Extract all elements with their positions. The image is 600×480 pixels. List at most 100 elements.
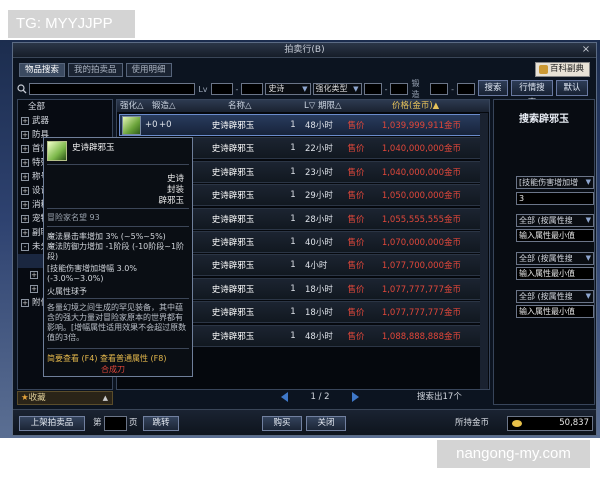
table-row[interactable]: +0 +0 史诗辟邪玉 1 48小时 售价 1,039,999,911金币: [119, 114, 487, 136]
row-level: 1: [290, 307, 296, 318]
col-name[interactable]: 名称△: [225, 100, 301, 112]
tooltip-attr-4: 火属性球予: [47, 287, 87, 296]
row-price: 1,088,888,888金币: [381, 331, 461, 342]
page-indicator: 1 / 2: [310, 392, 330, 402]
tooltip-hint: 简要查看 (F4) 查看普通属性 (F8): [47, 354, 167, 363]
expand-icon: +: [21, 201, 29, 209]
chevron-down-icon: ▼: [585, 178, 591, 186]
tab-usage-details[interactable]: 使用明细: [125, 63, 172, 77]
expand-icon: +: [21, 117, 29, 125]
forge-max-input[interactable]: [456, 83, 475, 95]
row-price-tag: 售价: [347, 238, 365, 248]
row-price-tag: 售价: [347, 308, 365, 319]
attribute-min-input-2[interactable]: 输入属性最小值: [516, 267, 594, 280]
attribute-search-panel: 搜索辟邪玉 [技能伤害增加增 ▼ 3 全部 (按属性搜 ▼ 输入属性最小值 全部 (…: [493, 99, 595, 405]
col-price[interactable]: 价格(金币)▲: [389, 100, 479, 112]
page-number-input[interactable]: [104, 416, 127, 431]
item-tooltip: 史诗辟邪玉 史诗 封装 辟邪玉 冒险家名望 93 魔法暴击率增加 3% (~5%…: [43, 137, 193, 377]
expand-icon: +: [21, 299, 29, 307]
divider: [47, 298, 189, 299]
panel-title: 搜索辟邪玉: [519, 114, 569, 125]
table-header: 强化△ 锻造△ 名称△ L▽ 期限△ 价格(金币)▲: [117, 100, 489, 112]
list-item-button[interactable]: 上架拍卖品: [19, 416, 85, 431]
coin-icon: [512, 420, 522, 427]
row-price-tag: 售价: [347, 331, 365, 342]
row-level: 1: [290, 120, 296, 130]
row-name: 史诗辟邪玉: [211, 121, 255, 131]
close-button[interactable]: 关闭: [306, 416, 346, 431]
attribute-value-input[interactable]: 3: [516, 192, 594, 205]
chevron-down-icon: ▼: [585, 216, 591, 224]
page-label: 第: [93, 418, 102, 428]
tab-item-search[interactable]: 物品搜索: [19, 63, 66, 77]
row-level: 1: [290, 166, 296, 177]
attribute-filter-select[interactable]: [技能伤害增加增 ▼: [516, 176, 594, 189]
attribute-min-input-3[interactable]: 输入属性最小值: [516, 305, 594, 318]
level-range-separator-icon: -: [235, 84, 239, 94]
row-name: 史诗辟邪玉: [211, 331, 255, 342]
search-icon: [17, 83, 27, 95]
expand-icon: +: [21, 173, 29, 181]
next-page-icon[interactable]: [352, 392, 359, 402]
level-max-input[interactable]: [241, 83, 264, 95]
col-level[interactable]: L▽: [301, 100, 315, 112]
tooltip-attr-2: 魔法防御力增加 -1阶段 (-10阶段~1阶段): [47, 242, 185, 261]
enhance-type-select[interactable]: 强化类型 ▼: [312, 83, 362, 95]
row-price: 1,070,000,000金币: [381, 238, 461, 248]
category-all[interactable]: 全部: [18, 100, 112, 114]
chevron-down-icon: ▼: [353, 85, 359, 93]
category-label: 武器: [32, 116, 50, 126]
favorites-label: 收藏: [28, 393, 46, 403]
search-button[interactable]: 搜索: [478, 80, 508, 96]
close-icon[interactable]: ×: [580, 44, 592, 56]
watermark-bottom: nangong-my.com: [437, 440, 590, 468]
grade-select[interactable]: 史诗 ▼: [265, 83, 311, 95]
forge-min-input[interactable]: [430, 83, 449, 95]
forge-label: 锻造: [411, 79, 420, 99]
price-search-button[interactable]: 行情搜索: [511, 80, 553, 108]
col-forge[interactable]: 锻造△: [149, 100, 225, 112]
col-enhance[interactable]: 强化△: [117, 100, 149, 112]
row-price: 1,077,777,777金币: [381, 308, 461, 319]
screenshot-stage: TG: MYYJJPP 拍卖行(B) × 物品搜索 我的拍卖品 使用明细 百科副…: [0, 0, 600, 480]
row-name: 史诗辟邪玉: [211, 308, 255, 319]
default-button[interactable]: 默认: [556, 80, 588, 96]
row-period: 48小时: [305, 331, 333, 342]
expand-icon: +: [21, 229, 29, 237]
row-period: 28小时: [305, 214, 333, 225]
enhance-max-input[interactable]: [390, 83, 409, 95]
attribute-select-2[interactable]: 全部 (按属性搜 ▼: [516, 252, 594, 265]
row-name: 史诗辟邪玉: [211, 261, 255, 272]
expand-icon: +: [30, 271, 38, 279]
grade-select-value: 史诗: [268, 84, 285, 93]
attribute-select-1[interactable]: 全部 (按属性搜 ▼: [516, 214, 594, 227]
tab-my-items[interactable]: 我的拍卖品: [68, 63, 123, 77]
row-period: 18小时: [305, 308, 333, 319]
attribute-min-input-1[interactable]: 输入属性最小值: [516, 229, 594, 242]
category-weapon[interactable]: + 武器: [18, 114, 112, 128]
wiki-button-label: 百科副典: [549, 64, 584, 74]
row-period: 22小时: [305, 144, 333, 155]
wiki-button[interactable]: 百科副典: [534, 62, 590, 77]
buy-button[interactable]: 购买: [262, 416, 302, 431]
divider: [47, 164, 189, 165]
col-period[interactable]: 期限△: [315, 100, 389, 112]
prev-page-icon[interactable]: [281, 392, 288, 402]
tooltip-attr-3: [技能伤害增加增幅 3.0% (-3.0%~3.0%): [47, 264, 137, 283]
item-name-input[interactable]: [29, 83, 196, 95]
divider: [47, 348, 189, 349]
enhance-min-input[interactable]: [363, 83, 382, 95]
row-price: 1,050,000,000金币: [381, 191, 461, 202]
row-period: 29小时: [305, 191, 333, 202]
forge-range-separator-icon: -: [451, 84, 454, 94]
bottom-bar: 上架拍卖品 第 页 跳转 购买 关闭 所持金币 50,837: [13, 409, 596, 435]
results-scrollbar[interactable]: [480, 113, 488, 389]
gold-value: 50,837: [559, 418, 589, 428]
favorites-dropdown[interactable]: ★收藏 ▲: [17, 391, 113, 405]
attribute-select-3[interactable]: 全部 (按属性搜 ▼: [516, 290, 594, 303]
row-name: 史诗辟邪玉: [211, 191, 255, 202]
select-value: 全部 (按属性搜: [519, 216, 573, 225]
watermark-top: TG: MYYJJPP: [8, 10, 135, 38]
level-min-input[interactable]: [210, 83, 233, 95]
jump-button[interactable]: 跳转: [143, 416, 179, 431]
